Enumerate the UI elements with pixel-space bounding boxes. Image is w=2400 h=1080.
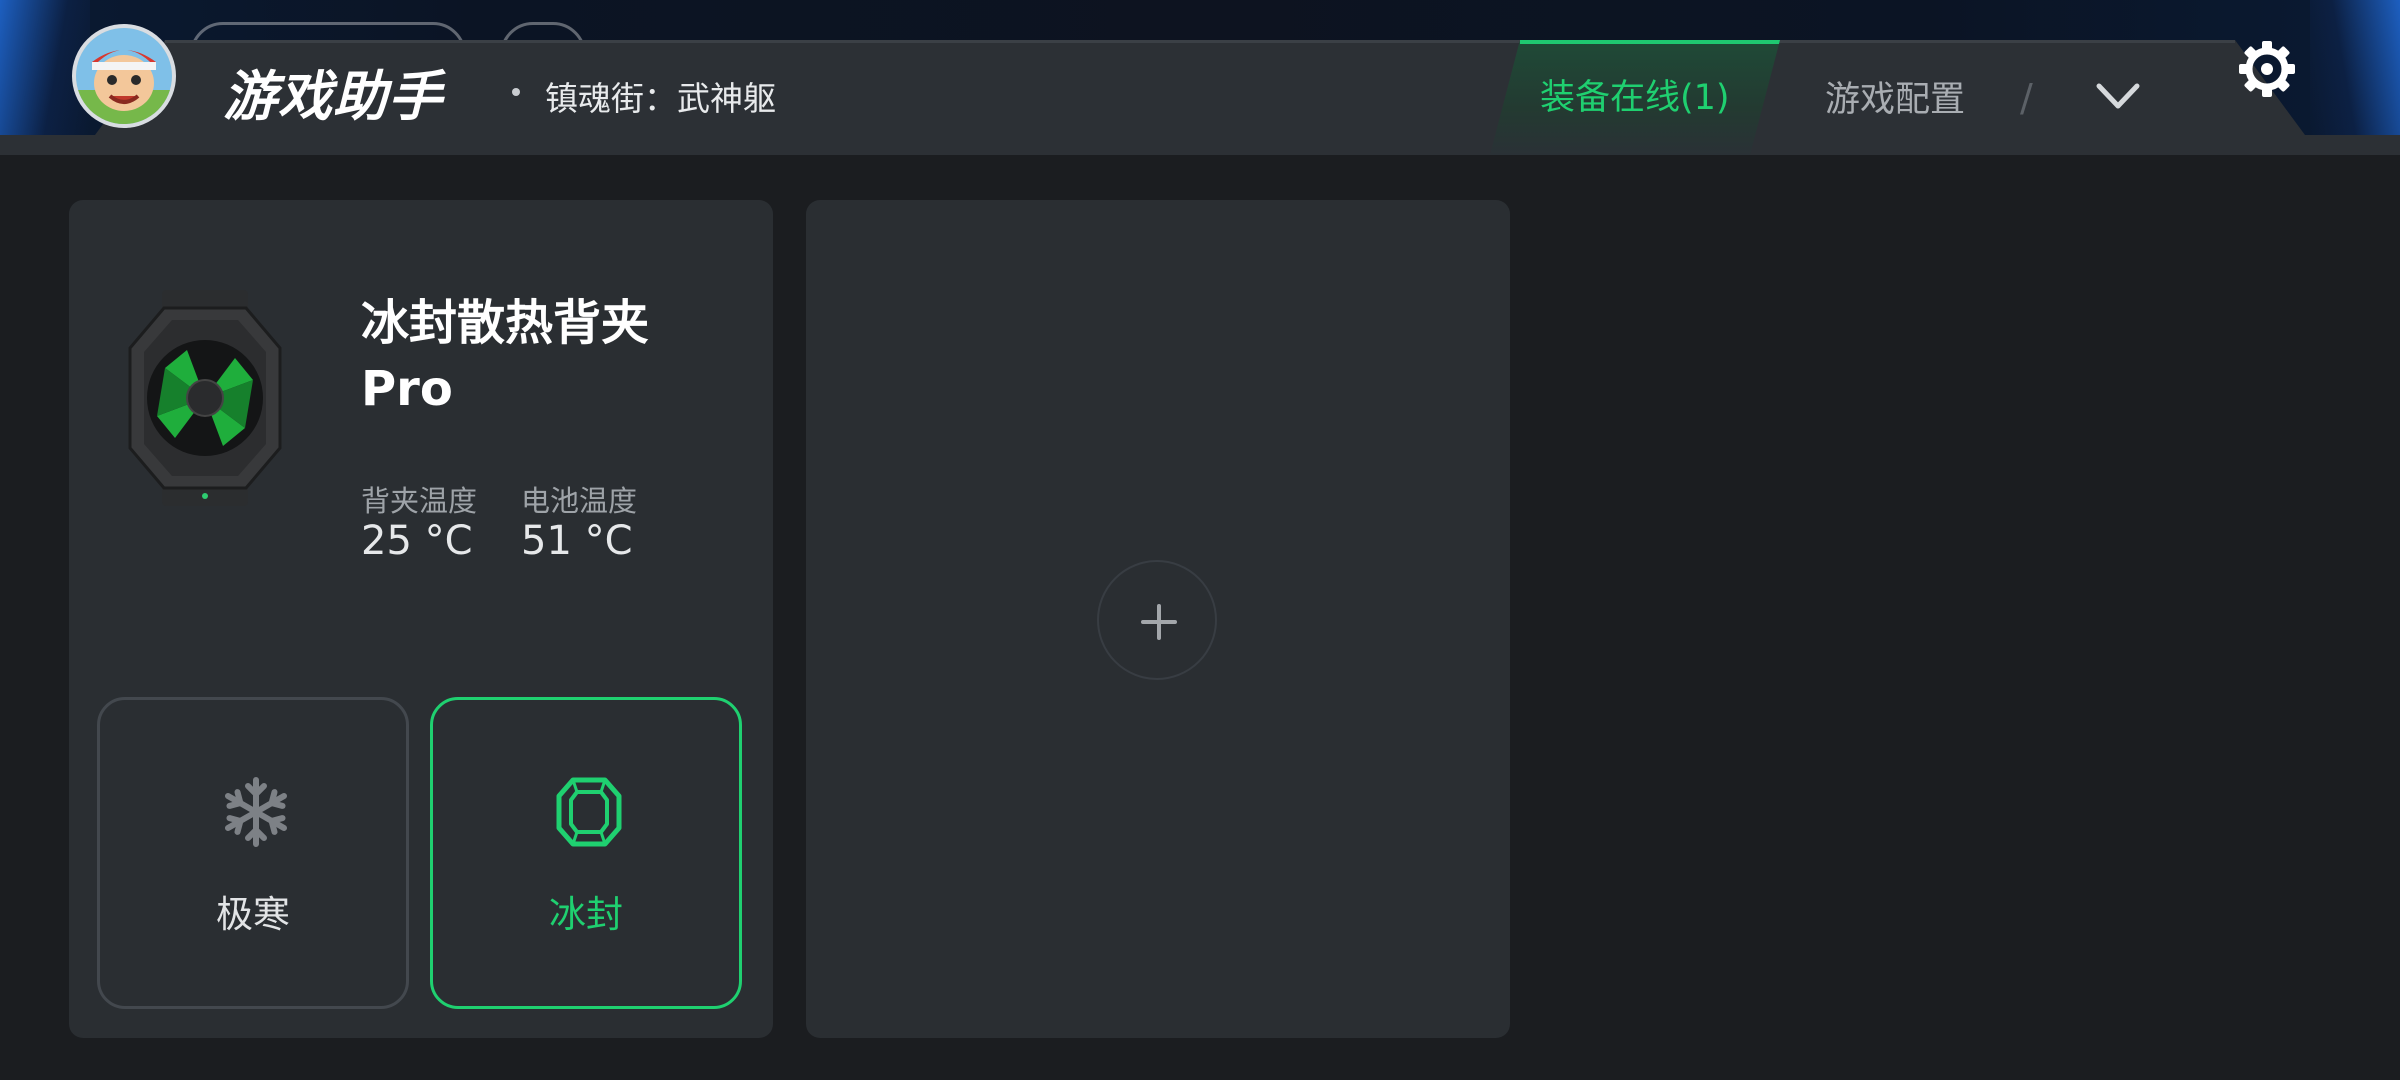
battery-temperature-label: 电池温度 — [521, 484, 638, 518]
device-card[interactable]: 冰封散热背夹Pro 背夹温度 25 °C 电池温度 51 °C 极寒 冰封 — [69, 200, 773, 1038]
device-name: 冰封散热背夹Pro — [361, 295, 650, 417]
add-device-card[interactable] — [806, 200, 1510, 1038]
tab-separator: / — [2020, 76, 2033, 120]
clip-temperature-value: 25 °C — [361, 518, 473, 564]
mode-extreme-cold-label: 极寒 — [216, 893, 290, 936]
current-game-name: 镇魂街：武神躯 — [545, 79, 776, 118]
right-edge-glow — [2310, 0, 2400, 135]
avatar-cartoon-icon — [76, 28, 172, 124]
mode-extreme-cold-button[interactable]: 极寒 — [97, 697, 409, 1009]
clip-temperature-label: 背夹温度 — [361, 484, 478, 518]
app-title: 游戏助手 — [223, 65, 443, 128]
chevron-down-icon[interactable] — [2095, 80, 2141, 112]
add-device-button[interactable] — [1097, 560, 1217, 680]
cooler-device-image — [128, 290, 282, 506]
avatar[interactable] — [72, 24, 176, 128]
mode-ice-seal-label: 冰封 — [549, 893, 623, 936]
title-separator-dot — [512, 88, 520, 96]
tab-game-config[interactable]: 游戏配置 — [1825, 75, 1965, 125]
plus-icon — [1141, 604, 1177, 640]
tab-online-devices-label[interactable]: 装备在线(1) — [1540, 73, 1730, 123]
gear-icon[interactable] — [2238, 40, 2296, 98]
battery-temperature-value: 51 °C — [521, 518, 633, 564]
octagon-gem-icon — [556, 777, 622, 847]
snowflake-icon — [225, 777, 287, 847]
mode-ice-seal-button[interactable]: 冰封 — [430, 697, 742, 1009]
